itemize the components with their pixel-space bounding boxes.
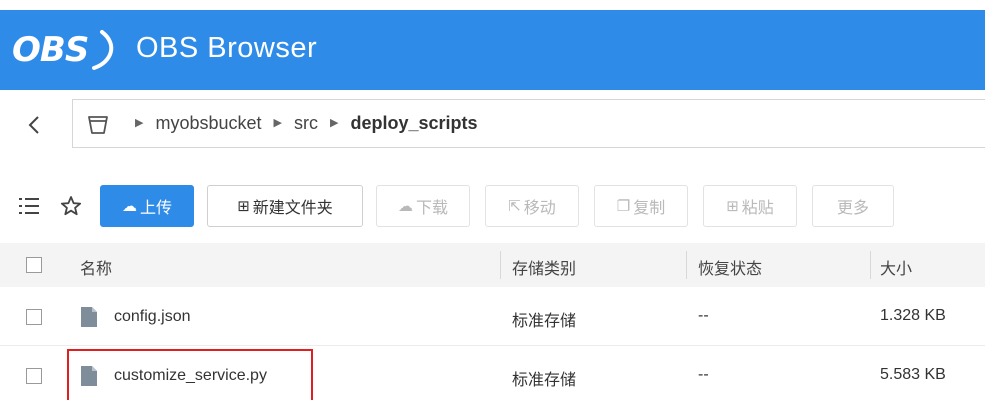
size-cell: 1.328 KB — [880, 307, 946, 324]
move-icon: ⇱ — [508, 197, 521, 215]
move-button[interactable]: ⇱ 移动 — [485, 185, 579, 227]
paste-label: 粘贴 — [741, 198, 774, 217]
new-folder-button[interactable]: ⊞ 新建文件夹 — [207, 185, 363, 227]
column-header-restore-status[interactable]: 恢复状态 — [698, 255, 762, 279]
column-header-name[interactable]: 名称 — [80, 255, 112, 279]
paste-icon: ⊞ — [726, 197, 739, 215]
table-row[interactable]: customize_service.py 标准存储 -- 5.583 KB — [0, 347, 985, 400]
restore-status-cell: -- — [698, 366, 709, 383]
file-icon — [81, 366, 97, 386]
column-header-storage-class[interactable]: 存储类别 — [512, 255, 576, 279]
breadcrumb: ▶ myobsbucket ▶ src ▶ deploy_scripts — [72, 99, 985, 148]
chevron-left-icon — [28, 116, 39, 134]
storage-class-cell: 标准存储 — [512, 313, 577, 330]
list-icon — [19, 198, 39, 214]
file-name-link[interactable]: config.json — [114, 308, 191, 326]
copy-button[interactable]: ❐ 复制 — [594, 185, 688, 227]
size-cell: 5.583 KB — [880, 366, 946, 383]
breadcrumb-separator-icon: ▶ — [135, 116, 144, 129]
cloud-upload-icon: ☁ — [121, 197, 137, 215]
breadcrumb-item-bucket[interactable]: myobsbucket — [155, 113, 261, 134]
upload-button[interactable]: ☁ 上传 — [100, 185, 194, 227]
download-button[interactable]: ☁ 下载 — [376, 185, 470, 227]
row-checkbox[interactable] — [26, 309, 42, 325]
copy-label: 复制 — [633, 198, 666, 217]
bucket-icon — [88, 115, 108, 134]
breadcrumb-item-src[interactable]: src — [294, 113, 318, 134]
move-label: 移动 — [523, 198, 556, 217]
logo-swoosh-icon — [92, 30, 114, 70]
new-folder-label: 新建文件夹 — [252, 198, 333, 217]
breadcrumb-item-current: deploy_scripts — [350, 113, 478, 133]
star-icon — [60, 196, 82, 216]
restore-status-cell: -- — [698, 307, 709, 324]
back-button[interactable] — [14, 103, 54, 147]
copy-icon: ❐ — [616, 197, 631, 215]
column-divider — [870, 251, 871, 279]
column-divider — [686, 251, 687, 279]
file-name-link[interactable]: customize_service.py — [114, 367, 267, 385]
app-title: OBS Browser — [136, 32, 318, 64]
upload-label: 上传 — [139, 198, 172, 217]
row-checkbox[interactable] — [26, 368, 42, 384]
logo-text: OBS — [12, 30, 89, 70]
table-row[interactable]: config.json 标准存储 -- 1.328 KB — [0, 288, 985, 346]
breadcrumb-separator-icon: ▶ — [330, 116, 339, 129]
storage-class-cell: 标准存储 — [512, 372, 577, 389]
select-all-checkbox[interactable] — [26, 257, 42, 273]
column-divider — [500, 251, 501, 279]
new-folder-icon: ⊞ — [237, 197, 250, 215]
list-view-button[interactable] — [18, 196, 40, 221]
column-header-size[interactable]: 大小 — [880, 255, 912, 279]
paste-button[interactable]: ⊞ 粘贴 — [703, 185, 797, 227]
app-header: OBS OBS Browser — [0, 10, 985, 90]
cloud-download-icon: ☁ — [397, 197, 413, 215]
more-button[interactable]: 更多 — [812, 185, 894, 227]
table-header: 名称 存储类别 恢复状态 大小 — [0, 243, 985, 287]
more-label: 更多 — [836, 198, 869, 217]
obs-logo: OBS — [12, 24, 120, 76]
breadcrumb-separator-icon: ▶ — [273, 116, 282, 129]
file-icon — [81, 307, 97, 327]
favorite-button[interactable] — [60, 195, 82, 222]
download-label: 下载 — [415, 198, 448, 217]
